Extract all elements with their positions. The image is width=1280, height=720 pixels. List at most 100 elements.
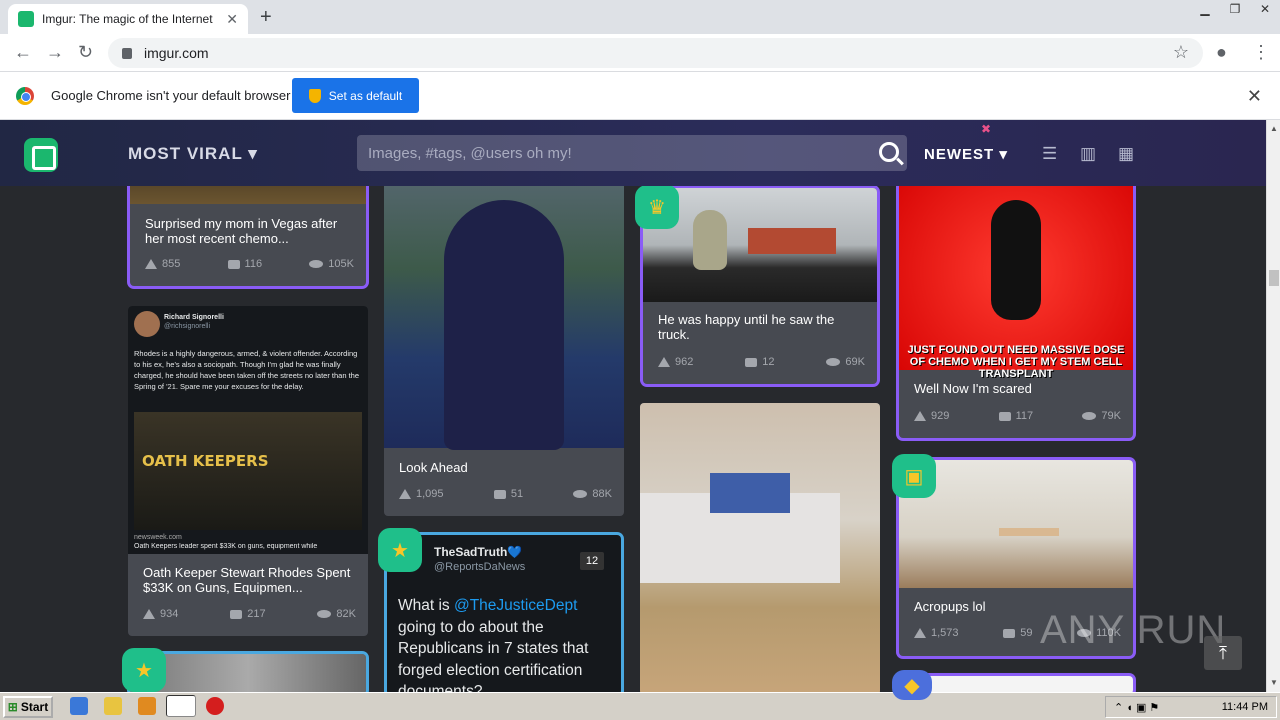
browser-toolbar: ← → ↻ imgur.com ☆ ● ⋮ — [0, 34, 1280, 72]
upvote-icon[interactable] — [658, 357, 670, 367]
shield-icon — [308, 88, 321, 103]
folder-icon[interactable] — [104, 697, 122, 715]
post-thumbnail: Richard Signorelli @richsignorelli Rhode… — [128, 306, 368, 554]
default-browser-infobar: Google Chrome isn't your default browser — [0, 72, 1280, 120]
set-default-label: Set as default — [328, 88, 403, 103]
trophy-badge-icon: ★ — [378, 528, 422, 572]
tab-imgur[interactable]: Imgur: The magic of the Internet ✕ — [8, 4, 248, 34]
news-headline: Oath Keepers leader spent $33K on guns, … — [134, 543, 318, 550]
tweet-mention[interactable]: @TheJusticeDept — [454, 597, 577, 614]
address-bar[interactable]: imgur.com ☆ — [108, 38, 1203, 68]
list-view-icon[interactable]: ▥ — [1080, 144, 1096, 164]
post-card[interactable]: Richard Signorelli @richsignorelli Rhode… — [128, 306, 368, 636]
tweet-text-rest: going to do about the Republicans in 7 s… — [398, 618, 589, 696]
upvote-count: 1,095 — [416, 488, 444, 500]
search-placeholder: Images, #tags, @users oh my! — [368, 145, 572, 162]
tab-title: Imgur: The magic of the Internet — [42, 12, 213, 26]
views-icon — [317, 610, 332, 618]
scrollbar-thumb[interactable] — [1269, 270, 1279, 286]
upvote-icon[interactable] — [914, 628, 926, 638]
blanket-shape — [710, 473, 790, 513]
image-count-badge: 12 — [580, 552, 604, 570]
shirt-text: OATH KEEPERS — [142, 452, 269, 470]
filter-icon[interactable]: ☰ — [1042, 144, 1057, 164]
clock: 11:44 PM — [1221, 701, 1268, 713]
profile-icon[interactable]: ● — [1216, 42, 1227, 63]
post-stats: 1,095 51 88K — [399, 488, 612, 500]
menu-dots-icon[interactable]: ⋮ — [1252, 42, 1270, 63]
view-count: 82K — [336, 608, 356, 620]
sort-dropdown[interactable]: NEWEST ▾ — [924, 145, 1008, 163]
back-icon[interactable]: ← — [14, 42, 32, 63]
windows-logo-icon: ⊞ — [7, 700, 18, 714]
post-card[interactable]: TheSadTruth💙 @ReportsDaNews 12 What is @… — [387, 535, 621, 695]
search-input[interactable]: Images, #tags, @users oh my! — [357, 135, 907, 171]
comment-icon — [1003, 628, 1016, 638]
scroll-down-icon[interactable]: ▼ — [1270, 678, 1278, 687]
gem-badge-icon: ◆ — [892, 670, 932, 700]
comment-icon — [745, 357, 758, 367]
post-card[interactable] — [640, 403, 880, 695]
infobar-close-icon[interactable]: ✕ — [1247, 86, 1262, 107]
tweet-author: TheSadTruth💙 — [434, 545, 523, 559]
comment-icon — [230, 609, 243, 619]
chrome-taskbar-button[interactable] — [166, 695, 196, 717]
comment-icon — [493, 489, 506, 499]
view-count: 88K — [592, 488, 612, 500]
truck-shape — [748, 228, 836, 254]
imgur-header: MOST VIRAL ▾ Images, #tags, @users oh my… — [0, 120, 1266, 186]
antivirus-icon[interactable] — [206, 697, 224, 715]
upvote-count: 934 — [160, 608, 179, 620]
upvote-icon[interactable] — [145, 259, 157, 269]
post-card[interactable]: JUST FOUND OUT NEED MASSIVE DOSE OF CHEM… — [899, 150, 1133, 438]
upvote-count: 855 — [162, 258, 181, 270]
ie-icon[interactable] — [70, 697, 88, 715]
post-thumbnail — [640, 403, 880, 695]
window-controls: ▁ ❐ ✕ — [1190, 0, 1280, 20]
watermark-text: ANY RUN — [1040, 608, 1227, 652]
post-title: Surprised my mom in Vegas after her most… — [145, 216, 338, 246]
popcorn-badge-icon: ▣ — [892, 454, 936, 498]
page-scrollbar[interactable]: ▲ ▼ — [1266, 120, 1280, 692]
tray-icons[interactable]: ⌃ ◖ ▣ ⚑ — [1106, 701, 1159, 714]
start-label: Start — [20, 700, 49, 714]
hair-shape — [444, 200, 564, 450]
upvote-count: 962 — [675, 356, 694, 368]
table-shape — [999, 528, 1059, 536]
set-as-default-button[interactable]: Set as default — [292, 78, 419, 113]
new-tab-button[interactable]: + — [260, 6, 272, 29]
reload-icon[interactable]: ↻ — [78, 42, 93, 63]
imgur-logo-icon[interactable] — [24, 138, 58, 172]
upvote-icon[interactable] — [399, 489, 411, 499]
section-dropdown[interactable]: MOST VIRAL ▾ — [128, 144, 258, 164]
start-button[interactable]: ⊞ Start — [3, 696, 53, 718]
upvote-icon[interactable] — [914, 411, 926, 421]
scroll-up-icon[interactable]: ▲ — [1270, 124, 1278, 133]
restore-icon[interactable]: ❐ — [1220, 0, 1250, 20]
upvote-count: 1,573 — [931, 627, 959, 639]
search-icon[interactable] — [879, 142, 899, 162]
comment-count: 217 — [247, 608, 266, 620]
view-count: 79K — [1101, 410, 1121, 422]
post-stats: 934 217 82K — [143, 608, 356, 620]
post-title: Well Now I'm scared — [914, 381, 1032, 396]
post-card[interactable]: Look Ahead 1,095 51 88K — [384, 150, 624, 516]
close-window-icon[interactable]: ✕ — [1250, 0, 1280, 20]
tweet-text: What is @TheJusticeDept going to do abou… — [398, 595, 613, 695]
upvote-icon[interactable] — [143, 609, 155, 619]
back-to-top-button[interactable]: ⤒ — [1204, 636, 1242, 670]
tweet-handle: @ReportsDaNews — [434, 561, 526, 573]
tab-strip: Imgur: The magic of the Internet ✕ + ▁ ❐… — [0, 0, 1280, 34]
bookmark-star-icon[interactable]: ☆ — [1173, 42, 1189, 63]
media-player-icon[interactable] — [138, 697, 156, 715]
lock-icon — [122, 47, 132, 59]
tweet-handle: @richsignorelli — [164, 323, 211, 330]
forward-icon[interactable]: → — [46, 42, 64, 63]
infobar-text: Google Chrome isn't your default browser — [51, 88, 291, 103]
windows-taskbar: ⊞ Start ⌃ ◖ ▣ ⚑ 11:44 PM — [0, 692, 1280, 720]
close-tab-icon[interactable]: ✕ — [226, 11, 238, 28]
imgur-favicon-icon — [18, 11, 34, 27]
minimize-icon[interactable]: ▁ — [1190, 0, 1220, 20]
grid-view-icon[interactable]: ▦ — [1118, 144, 1134, 164]
post-stats: 929 117 79K — [914, 410, 1121, 422]
